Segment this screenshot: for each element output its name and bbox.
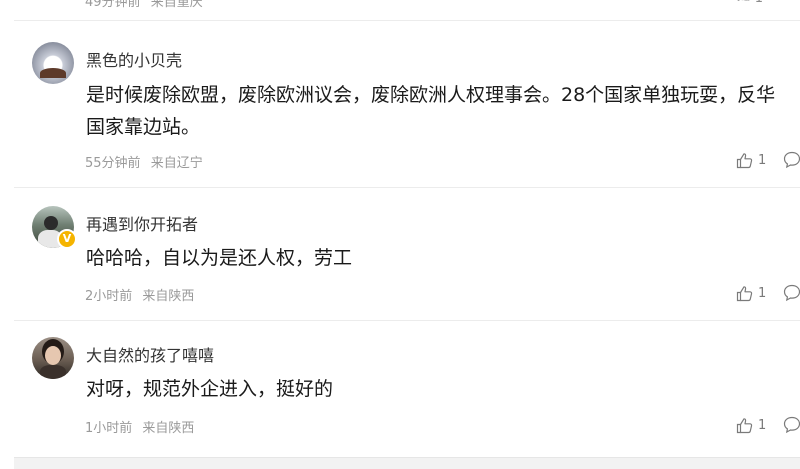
avatar[interactable] xyxy=(32,337,74,379)
thumbs-up-icon xyxy=(736,152,753,168)
avatar[interactable] xyxy=(32,42,74,84)
comment-text: 是时候废除欧盟，废除欧洲议会，废除欧洲人权理事会。28个国家单独玩耍，反华国家靠… xyxy=(86,84,776,138)
previous-comment-footer: 49分钟前 来自重庆 👍︎ 1 xyxy=(0,0,800,10)
comment-meta: 1小时前 来自陕西 xyxy=(85,417,194,436)
comment-meta: 2小时前 来自陕西 xyxy=(85,285,194,304)
verified-badge: V xyxy=(57,229,77,249)
username[interactable]: 黑色的小贝壳 xyxy=(86,47,182,71)
username[interactable]: 大自然的孩了嘻嘻 xyxy=(86,342,214,366)
comment-bubble-icon xyxy=(783,284,800,302)
like-count: 1 xyxy=(758,285,767,301)
list-footer-bar xyxy=(14,457,800,469)
comment-location: 来自陕西 xyxy=(142,289,195,304)
thumbs-up-icon xyxy=(736,285,753,301)
like-button[interactable]: 1 xyxy=(736,151,766,169)
like-button[interactable]: 1 xyxy=(736,416,766,434)
like-button[interactable]: 👍︎ 1 xyxy=(737,0,763,6)
comment-bubble-icon xyxy=(783,416,800,434)
comment-divider xyxy=(14,20,800,21)
comment-meta: 55分钟前 来自辽宁 xyxy=(85,152,203,171)
username[interactable]: 再遇到你开拓者 xyxy=(86,211,198,235)
thumbs-up-icon xyxy=(736,417,753,433)
comment-divider xyxy=(14,320,800,321)
comment-divider xyxy=(14,187,800,188)
thumbs-up-icon: 👍︎ xyxy=(737,0,751,6)
comment-meta: 49分钟前 来自重庆 xyxy=(85,0,203,10)
comment-location: 来自重庆 xyxy=(150,0,203,10)
like-count: 1 xyxy=(758,417,767,433)
reply-button[interactable] xyxy=(783,151,800,169)
like-count: 1 xyxy=(755,0,763,6)
comment-bubble-icon xyxy=(783,151,800,169)
comment-time: 55分钟前 xyxy=(85,156,141,171)
comment-location: 来自陕西 xyxy=(142,421,195,436)
comment-time: 49分钟前 xyxy=(85,0,141,10)
comment-time: 1小时前 xyxy=(85,421,133,436)
reply-button[interactable] xyxy=(783,284,800,302)
comment-time: 2小时前 xyxy=(85,289,133,304)
comment-text: 哈哈哈，自以为是还人权，劳工 xyxy=(86,247,353,269)
comment-location: 来自辽宁 xyxy=(150,156,203,171)
reply-button[interactable] xyxy=(783,416,800,434)
comment-text: 对呀，规范外企进入，挺好的 xyxy=(86,378,334,400)
like-button[interactable]: 1 xyxy=(736,284,766,302)
like-count: 1 xyxy=(758,152,767,168)
